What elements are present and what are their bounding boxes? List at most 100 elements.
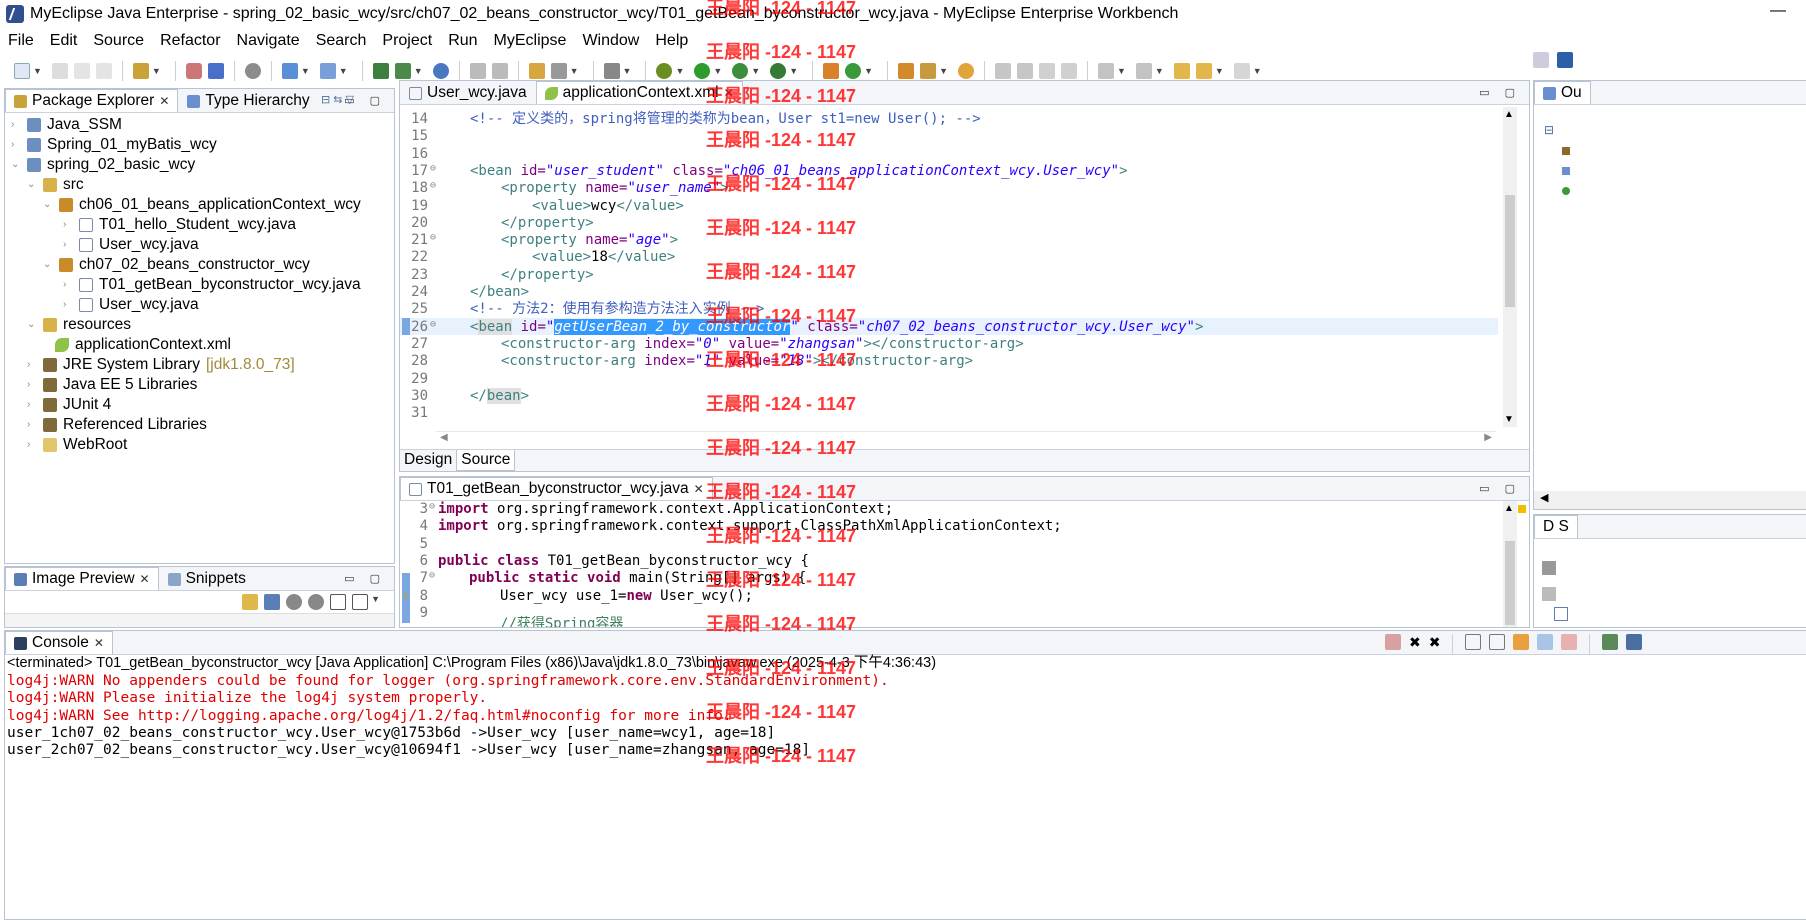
tree-item-jre[interactable]: › JRE System Library [jdk1.8.0_73]: [27, 355, 295, 375]
tree-item-spring01[interactable]: › Spring_01_myBatis_wcy: [11, 135, 217, 155]
outline-item-icon[interactable]: [1562, 147, 1570, 155]
menu-refactor[interactable]: Refactor: [160, 32, 220, 50]
close-icon[interactable]: ✕: [159, 94, 169, 108]
tab-application-context-xml[interactable]: applicationContext.xml ✕: [535, 81, 743, 104]
chevron-down-icon[interactable]: ▼: [414, 66, 423, 76]
collapse-arrow-icon[interactable]: ⌄: [11, 155, 21, 175]
tab-design[interactable]: Design: [400, 450, 456, 471]
scrollbar-thumb[interactable]: [1505, 541, 1515, 625]
show-whitespace-icon[interactable]: [1060, 63, 1077, 79]
close-icon[interactable]: ✕: [694, 482, 704, 496]
minimize-maximize-icon[interactable]: ▭ ▢: [1479, 482, 1521, 495]
next-annotation-icon[interactable]: [1097, 63, 1114, 79]
terminate-icon[interactable]: [1385, 634, 1401, 650]
fold-icon[interactable]: ⊖: [430, 232, 436, 243]
fit-icon[interactable]: [264, 594, 281, 610]
tree-item-package-ch07[interactable]: ⌄ ch07_02_beans_constructor_wcy: [43, 255, 310, 275]
tab-t01-getbean-java[interactable]: T01_getBean_byconstructor_wcy.java ✕: [400, 477, 713, 500]
history-icon[interactable]: [491, 63, 508, 79]
pencil-icon[interactable]: [1016, 63, 1033, 79]
zoom-out-icon[interactable]: [286, 594, 303, 610]
brush-icon[interactable]: [920, 63, 937, 79]
monitor-icon[interactable]: [244, 63, 261, 79]
tree-item-file[interactable]: › User_wcy.java: [63, 295, 199, 315]
overview-ruler[interactable]: [1519, 111, 1527, 411]
tab-user-wcy-java[interactable]: User_wcy.java: [400, 81, 536, 104]
menu-search[interactable]: Search: [316, 32, 367, 50]
menu-edit[interactable]: Edit: [50, 32, 78, 50]
clear-console-icon[interactable]: [1465, 634, 1482, 650]
connect-icon[interactable]: [1542, 561, 1556, 575]
last-edit-icon[interactable]: [1173, 63, 1190, 79]
chevron-down-icon[interactable]: ▼: [301, 66, 310, 76]
chevron-down-icon[interactable]: ▼: [1215, 66, 1224, 76]
navigate-icon[interactable]: [469, 63, 486, 79]
expand-arrow-icon[interactable]: ›: [11, 135, 21, 155]
back-icon[interactable]: [1195, 63, 1212, 79]
collapse-arrow-icon[interactable]: ⌄: [27, 315, 37, 335]
tree-item-file[interactable]: › T01_getBean_byconstructor_wcy.java: [63, 275, 361, 295]
actual-size-icon[interactable]: [330, 594, 347, 610]
server-icon[interactable]: [207, 63, 224, 79]
chevron-down-icon[interactable]: ▼: [789, 66, 798, 76]
camera-icon[interactable]: [603, 63, 620, 79]
warning-overview-marker[interactable]: [1518, 505, 1526, 513]
new-icon[interactable]: [14, 63, 30, 79]
myeclipse-perspective-icon[interactable]: [1557, 52, 1573, 68]
chevron-down-icon[interactable]: ▼: [152, 66, 161, 76]
java-code-area[interactable]: 3 ⊖ 4 5 6 7 ⊖ 8 ⚠ 9 import org.springfra…: [400, 501, 1500, 627]
scroll-down-icon[interactable]: ▼: [1504, 414, 1514, 425]
chevron-down-icon[interactable]: ▼: [339, 66, 348, 76]
db-icon[interactable]: [1554, 607, 1568, 621]
disconnect-icon[interactable]: [1542, 587, 1556, 601]
menu-source[interactable]: Source: [93, 32, 144, 50]
java-vertical-scrollbar[interactable]: ▲: [1503, 501, 1517, 627]
selected-text[interactable]: getUserBean_2_by_constructor: [554, 318, 791, 335]
scroll-up-icon[interactable]: ▲: [1504, 503, 1514, 514]
expand-arrow-icon[interactable]: ›: [11, 115, 21, 135]
scroll-left-icon[interactable]: ◀: [1540, 492, 1548, 504]
tree-item-java-ssm[interactable]: › Java_SSM: [11, 115, 122, 135]
chevron-down-icon[interactable]: ▼: [864, 66, 873, 76]
show-on-out-icon[interactable]: [1537, 634, 1554, 650]
close-icon[interactable]: ✕: [724, 86, 734, 100]
fold-icon[interactable]: ⊖: [430, 180, 436, 191]
tree-item-spring02[interactable]: ⌄ spring_02_basic_wcy: [11, 155, 195, 175]
menu-navigate[interactable]: Navigate: [237, 32, 300, 50]
collapse-all-icon[interactable]: ⊟: [1544, 123, 1554, 137]
print-icon[interactable]: [95, 63, 112, 79]
minimize-maximize-icon[interactable]: ▭ ▢: [344, 572, 386, 585]
save-icon[interactable]: [51, 63, 68, 79]
mark-icon[interactable]: [550, 63, 567, 79]
sync-icon[interactable]: [957, 63, 974, 79]
chevron-down-icon[interactable]: ▼: [675, 66, 684, 76]
tree-item-webroot[interactable]: › WebRoot: [27, 435, 127, 455]
minimize-maximize-icon[interactable]: ▭ ▢: [1479, 86, 1521, 99]
menu-myeclipse[interactable]: MyEclipse: [494, 32, 567, 50]
expand-arrow-icon[interactable]: ›: [27, 415, 37, 435]
tab-outline[interactable]: Ou: [1534, 81, 1591, 104]
run-icon[interactable]: [694, 63, 711, 79]
xml-horizontal-scrollbar[interactable]: ◀ ▶: [436, 431, 1496, 445]
menu-help[interactable]: Help: [655, 32, 688, 50]
outline-horizontal-scrollbar[interactable]: ◀: [1534, 491, 1806, 509]
tab-source[interactable]: Source: [456, 450, 516, 471]
fold-icon[interactable]: ⊖: [430, 163, 436, 174]
expand-arrow-icon[interactable]: ›: [63, 275, 73, 295]
zoom-in-icon[interactable]: [308, 594, 325, 610]
chevron-down-icon[interactable]: ▼: [33, 66, 42, 76]
chevron-down-icon[interactable]: ▼: [1117, 66, 1126, 76]
menu-window[interactable]: Window: [582, 32, 639, 50]
scrollbar-thumb[interactable]: [1505, 195, 1515, 307]
expand-arrow-icon[interactable]: ›: [27, 355, 37, 375]
tree-item-resources[interactable]: ⌄ resources: [27, 315, 131, 335]
deploy-icon[interactable]: [185, 63, 202, 79]
tree-item-file[interactable]: › T01_hello_Student_wcy.java: [63, 215, 296, 235]
scroll-lock-icon[interactable]: [1489, 634, 1506, 650]
tab-snippets[interactable]: Snippets: [159, 567, 255, 590]
expand-arrow-icon[interactable]: ›: [63, 295, 73, 315]
save-all-icon[interactable]: [73, 63, 90, 79]
image-preview-scrollbar[interactable]: [5, 613, 394, 627]
expand-arrow-icon[interactable]: ›: [27, 395, 37, 415]
expand-arrow-icon[interactable]: ›: [63, 235, 73, 255]
